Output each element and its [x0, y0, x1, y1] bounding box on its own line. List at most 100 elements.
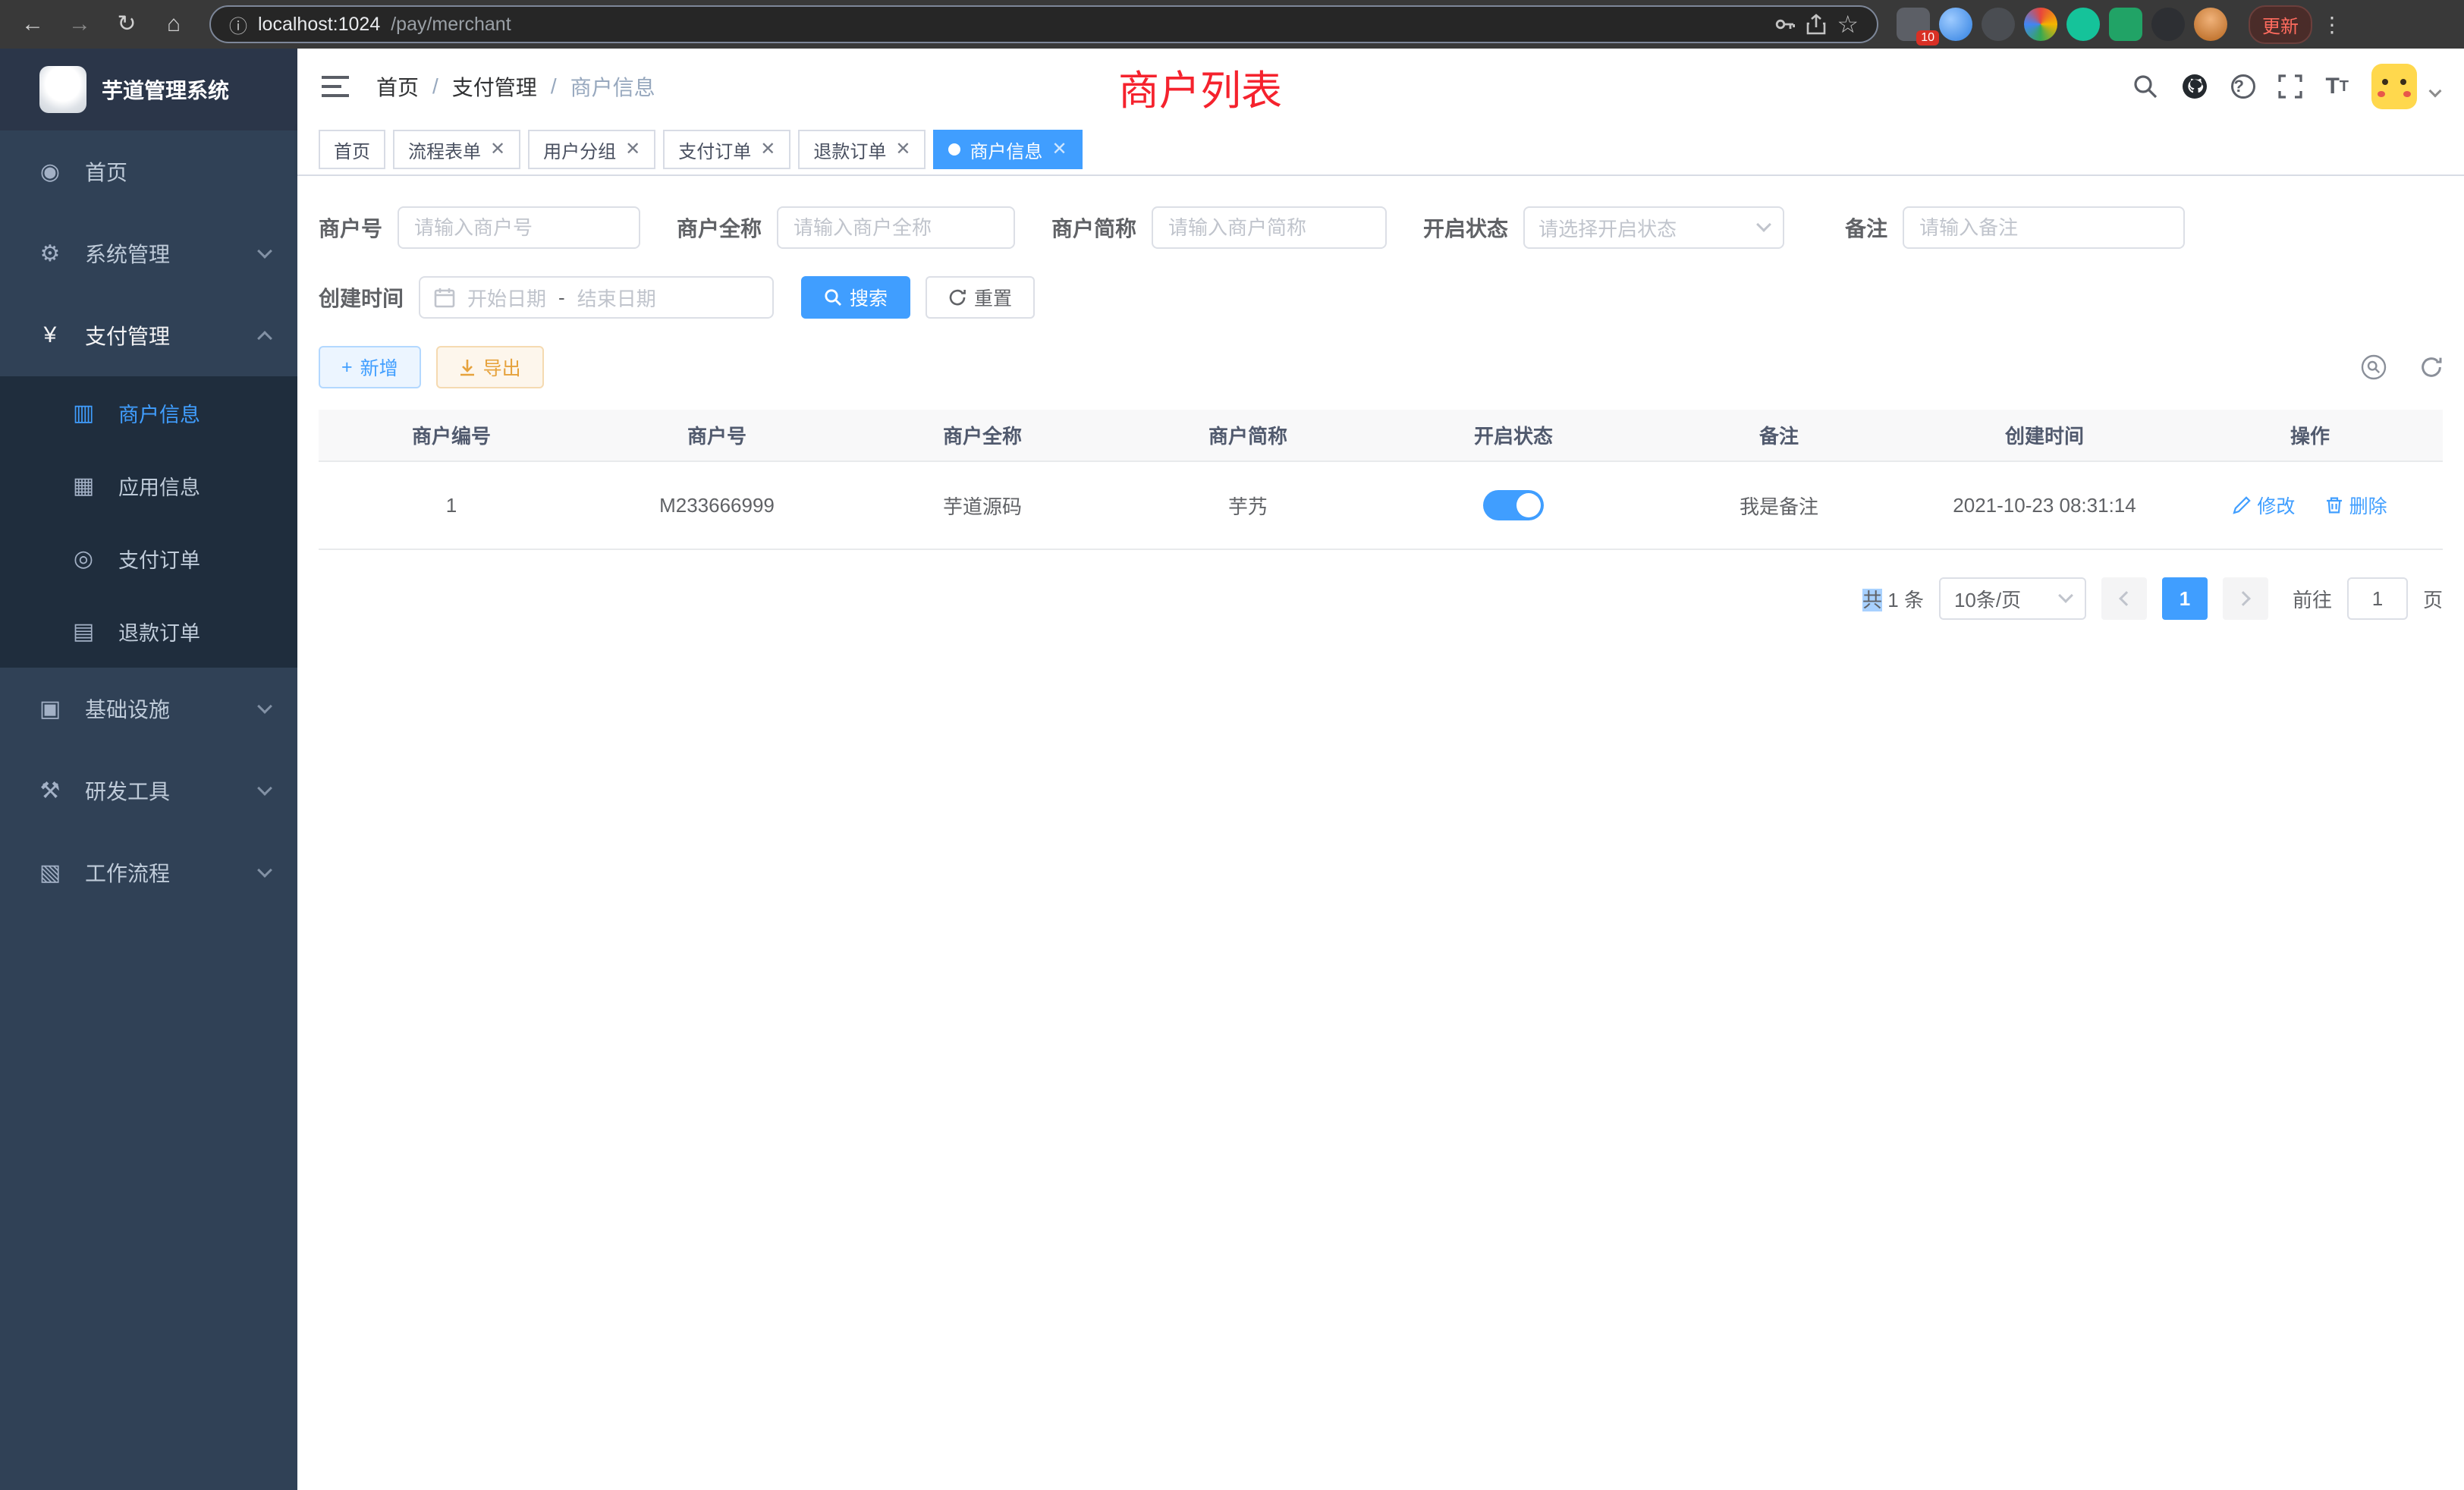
- tab-pay-order[interactable]: 支付订单✕: [663, 130, 790, 169]
- cell-full-name: 芋道源码: [850, 461, 1115, 549]
- main-area: 首页 / 支付管理 / 商户信息 商户列表 ? TT: [297, 49, 2464, 1490]
- next-page-button[interactable]: [2223, 577, 2268, 620]
- tab-process-form[interactable]: 流程表单✕: [393, 130, 520, 169]
- col-actions: 操作: [2177, 410, 2443, 461]
- extension-icon[interactable]: [2109, 8, 2142, 41]
- tab-home[interactable]: 首页: [319, 130, 385, 169]
- extension-icon[interactable]: [2066, 8, 2100, 41]
- font-size-icon[interactable]: TT: [2325, 74, 2349, 99]
- export-button[interactable]: 导出: [436, 346, 544, 388]
- page-size-select[interactable]: 10条/页: [1939, 577, 2086, 620]
- col-merchant-id: 商户编号: [319, 410, 584, 461]
- page-annotation: 商户列表: [1118, 57, 1282, 117]
- chevron-right-icon: [2236, 591, 2251, 606]
- app-logo[interactable]: 芋道管理系统: [0, 49, 297, 130]
- refresh-icon[interactable]: [2420, 356, 2443, 379]
- add-button[interactable]: + 新增: [319, 346, 421, 388]
- short-name-input[interactable]: [1152, 206, 1387, 249]
- site-info-icon[interactable]: ⓘ: [229, 11, 247, 38]
- breadcrumb-home[interactable]: 首页: [376, 71, 419, 102]
- close-icon[interactable]: ✕: [1051, 140, 1067, 159]
- pagination: 共 1 条 10条/页 1 前往 页: [319, 577, 2443, 620]
- end-date[interactable]: 结束日期: [577, 284, 656, 312]
- tab-merchant-info[interactable]: 商户信息✕: [933, 130, 1082, 169]
- sidebar-subitem-merchant-info[interactable]: ▥ 商户信息: [0, 376, 297, 449]
- sidebar-item-dev-tools[interactable]: ⚒ 研发工具: [0, 750, 297, 831]
- sidebar-item-workflow[interactable]: ▧ 工作流程: [0, 831, 297, 913]
- close-icon[interactable]: ✕: [490, 140, 505, 159]
- extension-icon[interactable]: 10: [1897, 8, 1930, 41]
- extension-icon[interactable]: [2024, 8, 2057, 41]
- chevron-down-icon: [257, 781, 272, 796]
- search-icon[interactable]: [2132, 74, 2158, 99]
- sidebar-item-infrastructure[interactable]: ▣ 基础设施: [0, 668, 297, 750]
- user-avatar[interactable]: [2371, 64, 2417, 109]
- search-button[interactable]: 搜索: [801, 276, 910, 319]
- merchant-no-input[interactable]: [398, 206, 640, 249]
- bookmark-star-icon[interactable]: ☆: [1837, 10, 1859, 39]
- forward-button[interactable]: →: [59, 4, 100, 45]
- reload-button[interactable]: ↻: [106, 4, 147, 45]
- extension-icon[interactable]: [1982, 8, 2015, 41]
- sidebar-subitem-refund-order[interactable]: ▤ 退款订单: [0, 595, 297, 668]
- url-path: /pay/merchant: [391, 14, 511, 36]
- toggle-search-icon[interactable]: [2361, 354, 2387, 380]
- hamburger-icon[interactable]: [322, 76, 349, 97]
- home-button[interactable]: ⌂: [153, 4, 194, 45]
- goto-page-input[interactable]: [2347, 577, 2408, 620]
- cell-remark: 我是备注: [1646, 461, 1912, 549]
- status-toggle[interactable]: [1483, 490, 1544, 520]
- top-navbar: 首页 / 支付管理 / 商户信息 商户列表 ? TT: [297, 49, 2464, 124]
- table-header-row: 商户编号 商户号 商户全称 商户简称 开启状态 备注 创建时间 操作: [319, 410, 2443, 461]
- monitor-icon: ▣: [33, 696, 67, 722]
- password-key-icon[interactable]: [1774, 14, 1796, 35]
- date-separator: -: [558, 286, 565, 310]
- help-icon[interactable]: ?: [2231, 74, 2255, 99]
- edit-button[interactable]: 修改: [2233, 492, 2295, 519]
- chrome-update-button[interactable]: 更新: [2249, 5, 2312, 44]
- breadcrumb-payment[interactable]: 支付管理: [452, 71, 537, 102]
- extension-icon[interactable]: [2151, 8, 2185, 41]
- chevron-down-icon: [2058, 588, 2073, 603]
- sidebar-subitem-app-info[interactable]: ▦ 应用信息: [0, 449, 297, 522]
- sidebar-item-system[interactable]: ⚙ 系统管理: [0, 212, 297, 294]
- date-range-picker[interactable]: 开始日期 - 结束日期: [419, 276, 774, 319]
- dashboard-icon: ◉: [33, 159, 67, 185]
- close-icon[interactable]: ✕: [895, 140, 910, 159]
- page-number-1[interactable]: 1: [2162, 577, 2208, 620]
- filter-merchant-no: 商户号: [319, 206, 640, 249]
- reset-button[interactable]: 重置: [926, 276, 1035, 319]
- sidebar-subitem-pay-order[interactable]: ◎ 支付订单: [0, 522, 297, 595]
- cell-merchant-no: M233666999: [584, 461, 850, 549]
- avatar-caret-icon[interactable]: [2429, 85, 2442, 98]
- page-unit-label: 页: [2423, 585, 2443, 613]
- remark-input[interactable]: [1903, 206, 2185, 249]
- share-icon[interactable]: [1806, 14, 1826, 35]
- back-button[interactable]: ←: [12, 4, 53, 45]
- close-icon[interactable]: ✕: [760, 140, 775, 159]
- merchant-table: 商户编号 商户号 商户全称 商户简称 开启状态 备注 创建时间 操作 1 M23…: [319, 410, 2443, 550]
- card-icon: ▥: [67, 400, 100, 426]
- tab-user-group[interactable]: 用户分组✕: [528, 130, 655, 169]
- fullscreen-icon[interactable]: [2278, 74, 2302, 99]
- sidebar-item-payment[interactable]: ¥ 支付管理: [0, 294, 297, 376]
- navbar-actions: ? TT: [2132, 64, 2440, 109]
- breadcrumb-separator: /: [432, 74, 438, 99]
- url-bar[interactable]: ⓘ localhost:1024/pay/merchant ☆: [209, 5, 1878, 43]
- cell-short-name: 芋艿: [1115, 461, 1381, 549]
- full-name-input[interactable]: [777, 206, 1015, 249]
- start-date[interactable]: 开始日期: [467, 284, 546, 312]
- status-select[interactable]: 请选择开启状态: [1523, 206, 1784, 249]
- extension-icon[interactable]: [1939, 8, 1972, 41]
- delete-button[interactable]: 删除: [2325, 492, 2387, 519]
- filter-full-name: 商户全称: [677, 206, 1015, 249]
- github-icon[interactable]: [2181, 73, 2208, 100]
- browser-menu-icon[interactable]: ⋮: [2318, 12, 2346, 37]
- sidebar-item-home[interactable]: ◉ 首页: [0, 130, 297, 212]
- breadcrumb-current: 商户信息: [570, 71, 655, 102]
- logo-avatar: [39, 66, 86, 113]
- close-icon[interactable]: ✕: [625, 140, 640, 159]
- prev-page-button[interactable]: [2101, 577, 2147, 620]
- tab-refund-order[interactable]: 退款订单✕: [798, 130, 926, 169]
- browser-profile-avatar[interactable]: [2194, 8, 2227, 41]
